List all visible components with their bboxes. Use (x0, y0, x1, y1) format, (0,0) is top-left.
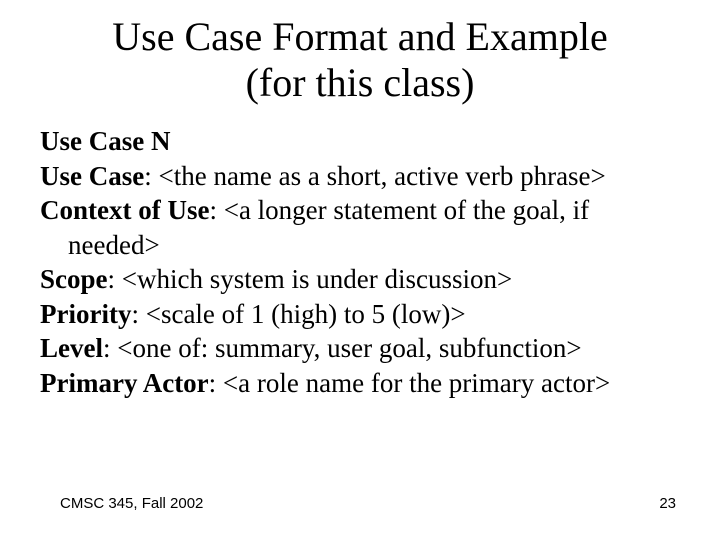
priority: Priority: <scale of 1 (high) to 5 (low)> (40, 297, 680, 332)
value-priority: : <scale of 1 (high) to 5 (low)> (131, 299, 465, 329)
label-primary-actor: Primary Actor (40, 368, 209, 398)
title-line-2: (for this class) (246, 60, 475, 105)
slide: Use Case Format and Example (for this cl… (0, 0, 720, 540)
value-level: : <one of: summary, user goal, subfuncti… (103, 333, 582, 363)
use-case-n: Use Case N (40, 124, 680, 159)
footer-course: CMSC 345, Fall 2002 (60, 495, 203, 512)
context-of-use: Context of Use: <a longer statement of t… (40, 193, 680, 262)
primary-actor: Primary Actor: <a role name for the prim… (40, 366, 680, 401)
label-priority: Priority (40, 299, 131, 329)
label-scope: Scope (40, 264, 108, 294)
label-use-case-n: Use Case N (40, 126, 170, 156)
value-scope: : <which system is under discussion> (108, 264, 513, 294)
title-line-1: Use Case Format and Example (112, 14, 607, 59)
footer-page-number: 23 (659, 495, 676, 512)
slide-title: Use Case Format and Example (for this cl… (0, 0, 720, 106)
label-level: Level (40, 333, 103, 363)
level: Level: <one of: summary, user goal, subf… (40, 331, 680, 366)
slide-body: Use Case N Use Case: <the name as a shor… (0, 106, 720, 400)
scope: Scope: <which system is under discussion… (40, 262, 680, 297)
label-use-case: Use Case (40, 161, 144, 191)
slide-footer: CMSC 345, Fall 2002 23 (0, 495, 720, 512)
value-primary-actor: : <a role name for the primary actor> (209, 368, 611, 398)
value-use-case: : <the name as a short, active verb phra… (144, 161, 606, 191)
use-case-name: Use Case: <the name as a short, active v… (40, 159, 680, 194)
label-context: Context of Use (40, 195, 209, 225)
